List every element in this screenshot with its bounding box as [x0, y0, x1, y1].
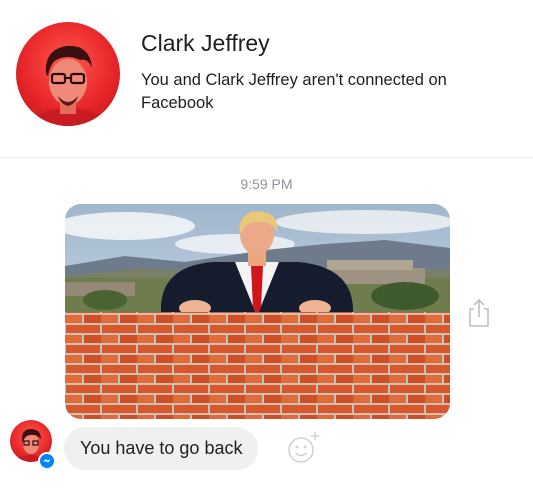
header-divider: [0, 157, 533, 158]
contact-avatar-image: [24, 45, 112, 126]
messenger-bolt-icon: [43, 459, 51, 463]
text-message-bubble[interactable]: You have to go back: [64, 427, 259, 470]
add-reaction-button[interactable]: [286, 430, 322, 466]
message-timestamp: 9:59 PM: [240, 176, 293, 192]
smiley-add-reaction-icon: [288, 432, 319, 463]
messenger-badge-icon: [38, 452, 56, 470]
contact-name[interactable]: Clark Jeffrey: [141, 30, 270, 57]
contact-avatar[interactable]: [16, 22, 120, 126]
conversation-header: Clark Jeffrey You and Clark Jeffrey aren…: [0, 0, 533, 160]
share-icon: [469, 298, 489, 327]
image-message-photo: [65, 204, 450, 419]
share-button[interactable]: [466, 298, 492, 328]
image-message[interactable]: [65, 204, 450, 419]
connection-status-text: You and Clark Jeffrey aren't connected o…: [141, 71, 447, 112]
